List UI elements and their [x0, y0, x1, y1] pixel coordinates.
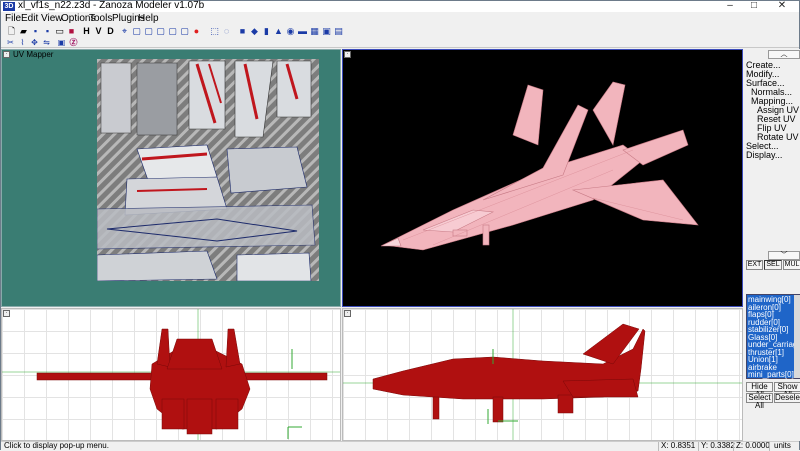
- print-icon[interactable]: ▭: [54, 26, 65, 37]
- window-title: xl_vf1s_n22.z3d - Zanoza Modeler v1.07b: [18, 0, 205, 11]
- close-doc-icon[interactable]: ■: [66, 26, 77, 37]
- menu-help[interactable]: Help: [138, 12, 159, 25]
- mirror-icon[interactable]: ⇋: [41, 38, 52, 48]
- uv-icon[interactable]: ▣: [56, 38, 67, 48]
- z-icon[interactable]: Ⓩ: [68, 38, 79, 48]
- perspective-viewport[interactable]: ·: [342, 49, 743, 307]
- group-list[interactable]: mainwing[0] aileron[0] flaps[0] rudder[0…: [746, 294, 800, 379]
- select-all-button[interactable]: Select All: [746, 393, 773, 410]
- new-icon[interactable]: 🗋: [6, 26, 17, 37]
- vertical-view-button[interactable]: V: [93, 26, 104, 37]
- uv-texture-image: [97, 59, 319, 281]
- menu-tools[interactable]: Tools: [89, 12, 112, 25]
- aircraft-3d-model: [380, 81, 699, 251]
- aircraft-front-wireframe: [2, 309, 340, 440]
- show-all-button[interactable]: Show All: [774, 382, 800, 399]
- minimize-icon[interactable]: –: [719, 1, 741, 11]
- menu-display[interactable]: Display...: [746, 150, 782, 160]
- uv-texture-map[interactable]: [97, 59, 319, 281]
- maximize-icon[interactable]: □: [743, 1, 765, 11]
- side-viewport[interactable]: ·: [342, 308, 743, 441]
- box2-icon[interactable]: ▢: [143, 26, 154, 37]
- deselect-button[interactable]: Deselect: [774, 393, 800, 403]
- menu-view[interactable]: View: [41, 12, 63, 25]
- main-toolbar: 🗋 ▰ ▪ ▪ ▭ ■ H V D ⌖ ▢ ▢ ▢ ▢ ▢ ● ⬚ ◌ ■ ◆ …: [1, 25, 799, 38]
- mode-sel-button[interactable]: SEL: [764, 260, 782, 270]
- sphere-icon[interactable]: ●: [191, 26, 202, 37]
- close-icon[interactable]: ✕: [771, 1, 793, 11]
- face-icon[interactable]: ▣: [321, 26, 332, 37]
- list-item[interactable]: mini_parts[0]: [748, 371, 794, 379]
- horizontal-view-button[interactable]: H: [81, 26, 92, 37]
- scroll-up-icon[interactable]: ︿: [768, 50, 800, 59]
- cube-icon[interactable]: ■: [237, 26, 248, 37]
- uv-mapper-viewport[interactable]: · UV Mapper: [1, 49, 341, 307]
- cylinder-icon[interactable]: ▮: [261, 26, 272, 37]
- mode-mul-button[interactable]: MUL: [783, 260, 800, 270]
- app-window: 3D xl_vf1s_n22.z3d - Zanoza Modeler v1.0…: [0, 0, 800, 451]
- select-rect-icon[interactable]: ⬚: [209, 26, 220, 37]
- status-bar: Click to display pop-up menu. X: 0.8351 …: [1, 441, 799, 451]
- secondary-toolbar: ✂ ⌇ ✥ ⇋ ▣ Ⓩ: [1, 38, 799, 48]
- render-icon[interactable]: ▤: [333, 26, 344, 37]
- select-circle-icon[interactable]: ◌: [221, 26, 232, 37]
- scroll-down-icon[interactable]: ﹀: [768, 251, 800, 260]
- polyline-icon[interactable]: ⌇: [17, 38, 28, 48]
- cut-icon[interactable]: ✂: [5, 38, 16, 48]
- plane-icon[interactable]: ▬: [297, 26, 308, 37]
- list-scrollbar[interactable]: [794, 295, 800, 378]
- viewport-menu-icon[interactable]: ·: [344, 51, 351, 58]
- control-panel: ︿ Create... Modify... Surface... Normals…: [744, 49, 800, 441]
- torus-icon[interactable]: ◉: [285, 26, 296, 37]
- menu-bar: File Edit View Options Tools Plugins Hel…: [1, 12, 799, 25]
- cone-icon[interactable]: ▲: [273, 26, 284, 37]
- title-bar: 3D xl_vf1s_n22.z3d - Zanoza Modeler v1.0…: [1, 0, 799, 12]
- open-icon[interactable]: ▰: [18, 26, 29, 37]
- viewport-label: UV Mapper: [13, 50, 54, 59]
- menu-edit[interactable]: Edit: [21, 12, 38, 25]
- grid-icon[interactable]: ▦: [309, 26, 320, 37]
- save-icon[interactable]: ▪: [30, 26, 41, 37]
- cube2-icon[interactable]: ◆: [249, 26, 260, 37]
- app-logo-icon: 3D: [3, 2, 15, 11]
- move-icon[interactable]: ✥: [29, 38, 40, 48]
- front-viewport[interactable]: ·: [1, 308, 341, 441]
- select-icon[interactable]: ⌖: [119, 26, 130, 37]
- box5-icon[interactable]: ▢: [179, 26, 190, 37]
- viewport-menu-icon[interactable]: ·: [3, 51, 10, 58]
- depth-view-button[interactable]: D: [105, 26, 116, 37]
- box3-icon[interactable]: ▢: [155, 26, 166, 37]
- box4-icon[interactable]: ▢: [167, 26, 178, 37]
- box-icon[interactable]: ▢: [131, 26, 142, 37]
- hide-all-button[interactable]: Hide All: [746, 382, 773, 399]
- mode-ext-button[interactable]: EXT: [746, 260, 763, 270]
- menu-file[interactable]: File: [5, 12, 21, 25]
- save-as-icon[interactable]: ▪: [42, 26, 53, 37]
- aircraft-side-wireframe: [343, 309, 742, 440]
